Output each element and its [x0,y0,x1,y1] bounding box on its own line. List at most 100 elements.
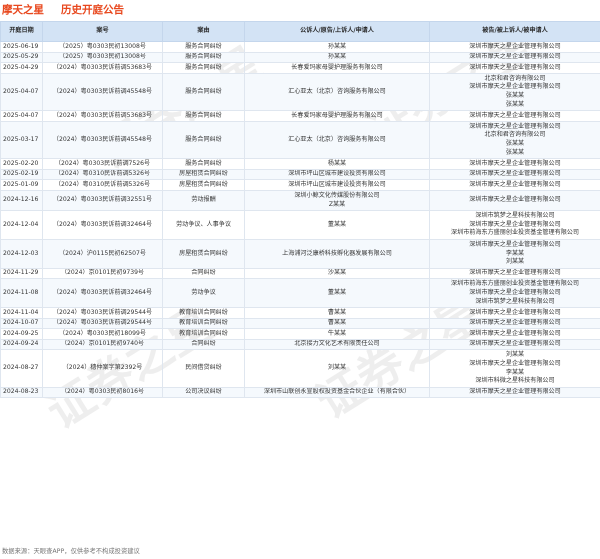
page-header: 摩天之星 历史开庭公告 [0,0,600,18]
plaintiff-name: 深圳小鲸文化传媒股份有限公司 [294,191,380,199]
table-row: 2024-08-27 （2024）穗仲案字第2392号 民间借贷纠纷 刘某某 刘某某 深圳… [0,349,600,388]
case-cause: 服务合同纠纷 [162,120,245,160]
case-number: （2024）粤0303民诉前调53683号 [42,62,163,74]
defendant-name: 北京和君咨询有限公司 [484,131,546,139]
hearing-date: 2024-08-27 [0,349,43,388]
case-cause: 教育培训合同纠纷 [162,307,245,319]
column-header-case-no: 案号 [42,21,163,42]
case-cause: 劳动争议 [162,278,245,309]
plaintiff-name: 董某某 [327,220,347,228]
table-row: 2025-01-09 （2024）粤0310民诉前调5326号 房屋租赁合同纠纷 深圳… [0,179,600,191]
case-cause: 服务合同纠纷 [162,110,245,122]
table-row: 2024-09-24 （2024）京0101民初9740号 合同纠纷 北京接力文化艺术… [0,338,600,351]
case-number: （2024）粤0303民诉前调29544号 [42,317,163,330]
case-number: （2024）京0101民初9739号 [42,267,163,280]
defendant-name: 深圳市摩天之星企业管理有限公司 [469,288,561,296]
plaintiff-cell: 孙某某 [244,41,430,53]
hearing-date: 2024-11-08 [0,278,43,309]
defendant-name: 深圳市摩天之星企业管理有限公司 [469,329,561,337]
hearing-date: 2024-09-25 [0,328,43,340]
plaintiff-name: 汇心亚太（北京）咨询服务有限公司 [288,87,386,95]
hearing-date: 2024-08-23 [0,386,43,399]
plaintiff-cell: 汇心亚太（北京）咨询服务有限公司 [244,72,430,112]
defendant-name: 深圳市摩天之星企业管理有限公司 [469,360,561,368]
table-header-row: 开庭日期 案号 案由 公诉人/原告/上诉人/申请人 被告/被上诉人/被申请人 [0,21,600,42]
table-row: 2025-03-17 （2024）粤0303民诉前调45548号 服务合同纠纷 汇心亚… [0,120,600,160]
plaintiff-name: 杨某某 [327,159,347,167]
defendant-name: 深圳市摩天之星企业管理有限公司 [469,308,561,316]
plaintiff-name: Z某某 [328,200,346,208]
defendant-name: 深圳市摩天之星企业管理有限公司 [469,269,561,277]
case-cause: 服务合同纠纷 [162,62,245,74]
case-cause: 服务合同纠纷 [162,51,245,64]
plaintiff-name: 深圳市坪山区城市建设投资有限公司 [288,180,386,188]
case-number: （2024）粤0310民诉前调5326号 [42,179,163,191]
table-row: 2024-12-04 （2024）粤0303民诉前调32464号 劳动争议、人事争议… [0,210,600,240]
hearing-date: 2025-04-29 [0,62,43,74]
case-number: （2024）穗仲案字第2392号 [42,349,163,388]
case-cause: 公司决议纠纷 [162,386,245,399]
column-header-defendant: 被告/被上诉人/被申请人 [429,21,600,42]
defendant-name: 刘某某 [505,258,525,266]
hearing-date: 2025-03-17 [0,120,43,160]
defendant-cell: 深圳市摩天之星企业管理有限公司 [429,62,600,74]
defendant-name: 深圳市摩天之星企业管理有限公司 [469,111,561,119]
case-number: （2024）粤0303民诉前调32551号 [42,189,163,212]
plaintiff-cell: 孙某某 [244,51,430,64]
case-number: （2024）粤0303民初8016号 [42,386,163,399]
case-number: （2024）沪0115民初62507号 [42,238,163,269]
defendant-name: 张某某 [505,148,525,156]
defendant-name: 李某某 [505,249,525,257]
brand-title: 摩天之星 [2,4,44,16]
defendant-cell: 深圳市摩天之星企业管理有限公司 [429,168,600,181]
defendant-cell: 深圳市摩天之星企业管理有限公司 [429,338,600,351]
plaintiff-cell: 汇心亚太（北京）咨询服务有限公司 [244,120,430,160]
hearing-date: 2025-05-29 [0,51,43,64]
plaintiff-name: 上海浦河泛康桥科技孵化器发展有限公司 [282,249,392,257]
table-row: 2025-04-29 （2024）粤0303民诉前调53683号 服务合同纠纷 长春爱… [0,62,600,74]
defendant-name: 深圳市摩天之星企业管理有限公司 [469,196,561,204]
case-number: （2024）粤0303民初18099号 [42,328,163,340]
case-cause: 服务合同纠纷 [162,41,245,53]
hearing-date: 2025-02-19 [0,168,43,181]
defendant-name: 深圳市摩天之星企业管理有限公司 [469,170,561,178]
plaintiff-name: 孙某某 [327,53,347,61]
plaintiff-name: 深圳市坪山区城市建设投资有限公司 [288,170,386,178]
defendant-name: 深圳市前海东方盛丽创业投资基金管理有限公司 [451,280,579,288]
plaintiff-cell: 深圳市山联创永宣股权投资基金合伙企业（有限合伙） [244,386,430,399]
plaintiff-name: 沙某某 [327,269,347,277]
defendant-name: 深圳市摩天之星企业管理有限公司 [469,42,561,50]
plaintiff-cell: 长春爱玛家母婴护理服务有限公司 [244,62,430,74]
defendant-cell: 深圳市摩天之星企业管理有限公司 [429,110,600,122]
defendant-name: 张某某 [505,100,525,108]
defendant-name: 深圳市摩天之星企业管理有限公司 [469,53,561,61]
case-number: （2024）京0101民初9740号 [42,338,163,351]
case-cause: 教育培训合同纠纷 [162,328,245,340]
case-cause: 服务合同纠纷 [162,158,245,170]
hearing-date: 2024-09-24 [0,338,43,351]
defendant-name: 深圳市摩天之星企业管理有限公司 [469,159,561,167]
table-row: 2024-12-03 （2024）沪0115民初62507号 房屋租赁合同纠纷 上海浦… [0,238,600,269]
hearing-date: 2024-10-07 [0,317,43,330]
plaintiff-name: 长春爱玛家母婴护理服务有限公司 [291,111,383,119]
defendant-name: 深圳市摩天之星企业管理有限公司 [469,63,561,71]
defendant-cell: 刘某某 深圳市摩天之星企业管理有限公司 李某某 深圳市科微之星科技有限公司 [429,349,600,388]
plaintiff-cell: 沙某某 [244,267,430,280]
case-number: （2024）粤0303民诉前调32464号 [42,210,163,240]
defendant-name: 深圳市筑梦之星科技有限公司 [475,212,555,220]
defendant-cell: 深圳市摩天之星企业管理有限公司 [429,158,600,170]
plaintiff-name: 汇心亚太（北京）咨询服务有限公司 [288,135,386,143]
plaintiff-cell: 北京接力文化艺术有限责任公司 [244,338,430,351]
table-row: 2025-05-29 （2025）粤0303民初13008号 服务合同纠纷 孙某某 深圳… [0,51,600,64]
plaintiff-name: 曹某某 [327,319,347,327]
plaintiff-cell: 董某某 [244,278,430,309]
table-row: 2025-04-07 （2024）粤0303民诉前调53683号 服务合同纠纷 长春爱… [0,110,600,122]
defendant-cell: 深圳市摩天之星企业管理有限公司 [429,328,600,340]
case-number: （2024）粤0303民诉前调32464号 [42,278,163,309]
plaintiff-cell: 深圳市坪山区城市建设投资有限公司 [244,179,430,191]
hearing-date: 2025-02-20 [0,158,43,170]
defendant-name: 深圳市摩天之星企业管理有限公司 [469,319,561,327]
table-row: 2025-06-19 （2025）粤0303民初13008号 服务合同纠纷 孙某某 深圳… [0,41,600,53]
hearing-date: 2024-12-16 [0,189,43,212]
case-cause: 民间借贷纠纷 [162,349,245,388]
